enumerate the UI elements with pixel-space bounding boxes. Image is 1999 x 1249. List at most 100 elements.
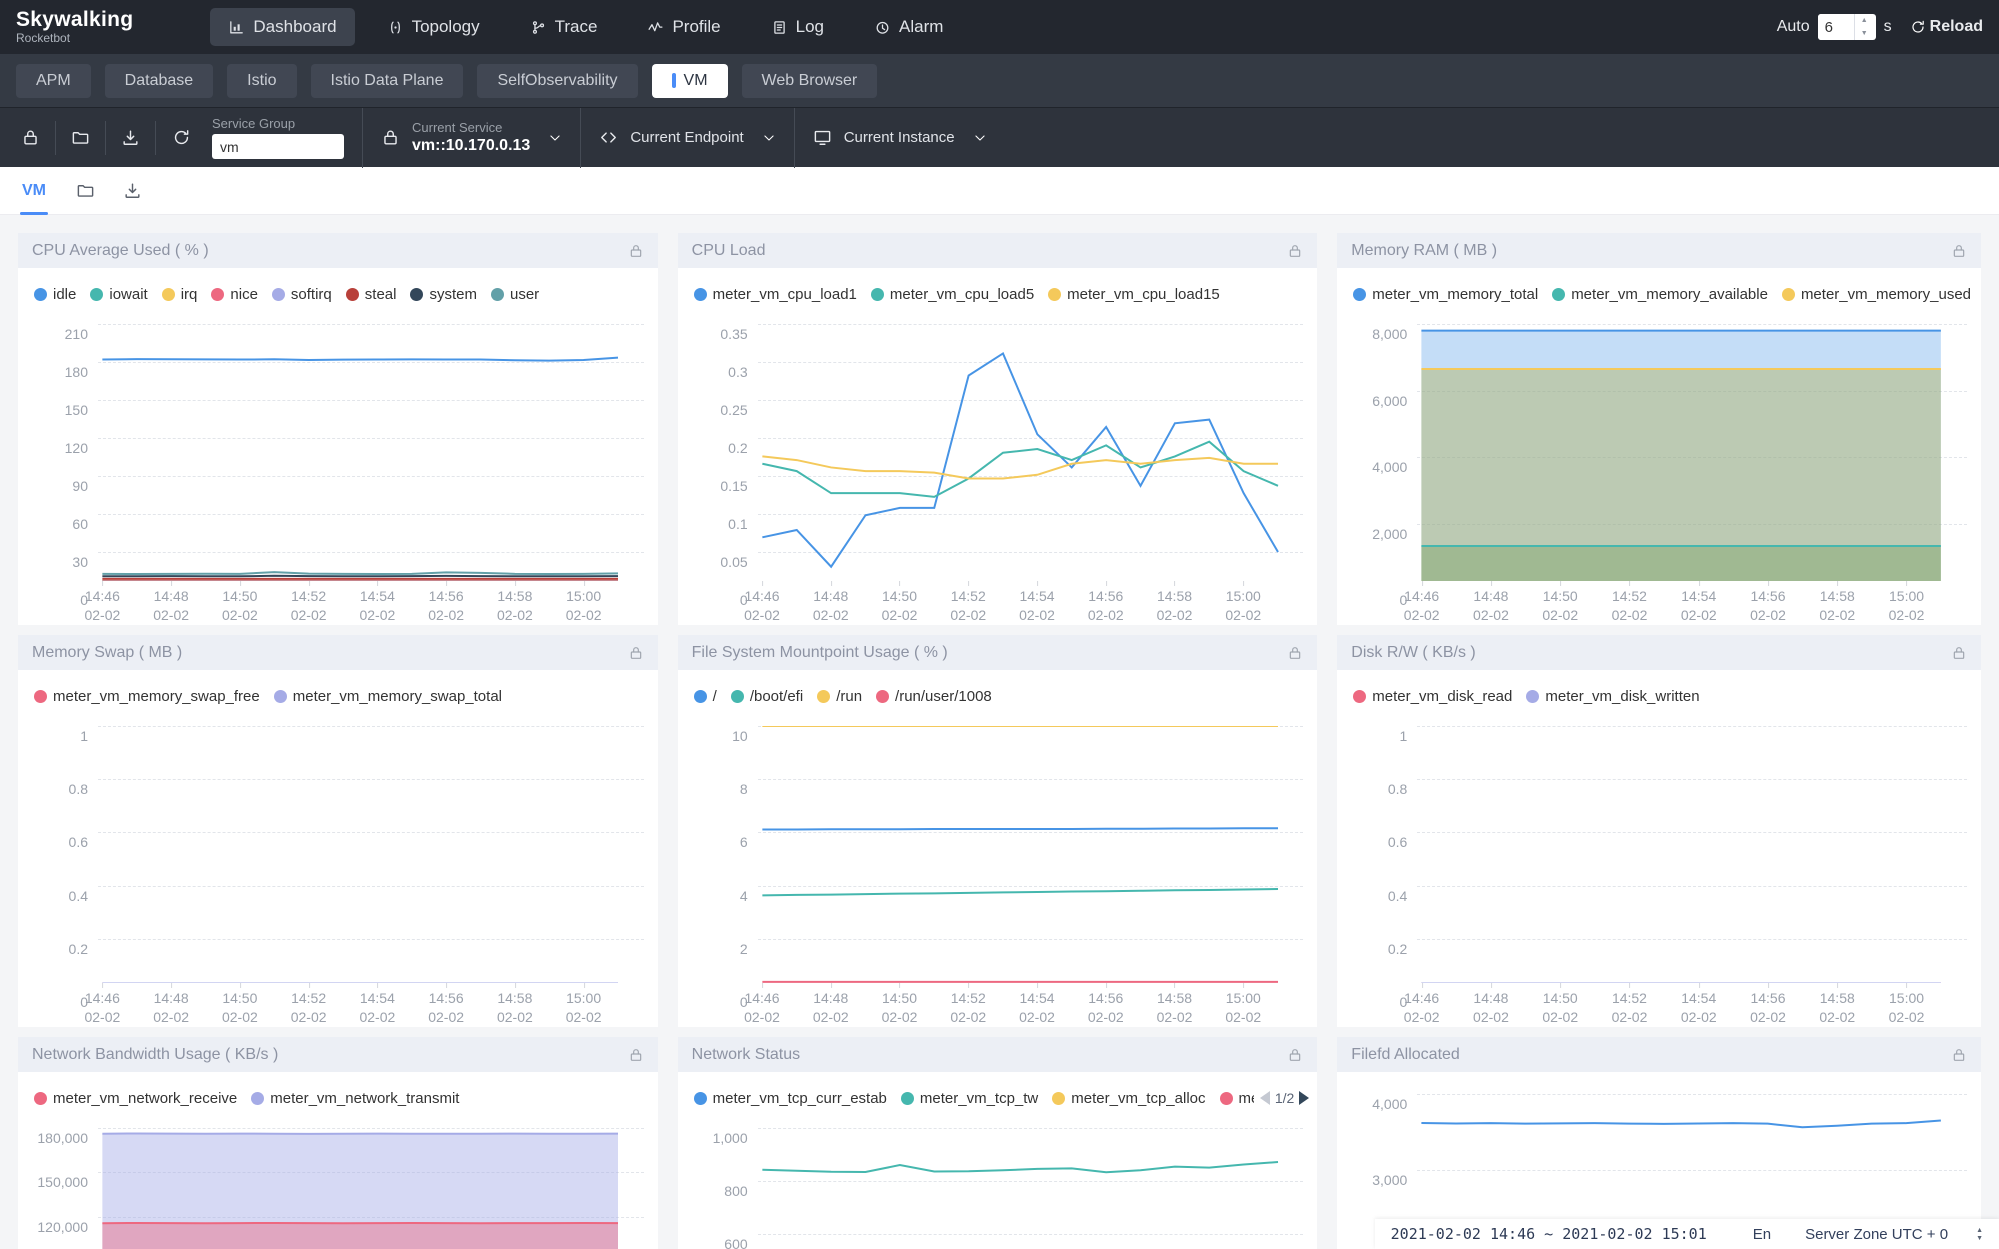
legend-item[interactable]: meter_vm_disk_read <box>1353 688 1512 705</box>
dashboard-tab-database[interactable]: Database <box>105 64 214 98</box>
y-tick-label: 150,000 <box>37 1174 88 1190</box>
legend-item[interactable]: meter_vm_memory_available <box>1552 286 1768 303</box>
lock-button[interactable] <box>6 121 56 155</box>
nav-item-trace[interactable]: Trace <box>512 8 616 46</box>
nav-item-log[interactable]: Log <box>753 8 842 46</box>
legend-item[interactable]: /run <box>817 688 862 705</box>
current-instance-selector[interactable]: Current Instance <box>813 128 987 147</box>
current-service-selector[interactable]: Current Service vm::10.170.0.13 <box>381 120 562 155</box>
legend-item[interactable]: softirq <box>272 286 332 303</box>
legend-item[interactable]: system <box>410 286 477 303</box>
legend-dot-icon <box>1048 288 1061 301</box>
plot-area <box>758 324 1304 581</box>
nav-item-dashboard[interactable]: Dashboard <box>210 8 354 46</box>
nav-item-topology[interactable]: Topology <box>369 8 498 46</box>
legend-item[interactable]: meter_vm_memory_swap_free <box>34 688 260 705</box>
legend-prev-icon[interactable] <box>1260 1091 1270 1105</box>
x-tick-label: 14:4802-02 <box>1473 989 1509 1025</box>
chart-disk-rw[interactable]: 00.20.40.60.8114:4602-0214:4802-0214:500… <box>1337 716 1981 1027</box>
chart-cpu-average-used[interactable]: 030609012015018021014:4602-0214:4802-021… <box>18 314 658 625</box>
auto-interval-stepper[interactable]: ▲▼ <box>1818 14 1876 40</box>
lock-icon[interactable] <box>1951 645 1967 661</box>
lock-icon[interactable] <box>628 645 644 661</box>
legend-item[interactable]: user <box>491 286 539 303</box>
legend-label: /boot/efi <box>750 688 803 705</box>
legend-item[interactable]: meter_vm_cpu_load5 <box>871 286 1034 303</box>
time-range[interactable]: 2021-02-02 14:46 ~ 2021-02-02 15:01 <box>1391 1225 1707 1243</box>
reload-button[interactable]: Reload <box>1910 18 1983 36</box>
legend-item[interactable]: meter_vm_memory_used <box>1782 286 1971 303</box>
chart-network-status[interactable]: 02004006008001,00014:4602-0214:4802-0214… <box>678 1118 1318 1249</box>
legend-next-icon[interactable] <box>1299 1091 1309 1105</box>
service-group-input[interactable] <box>212 134 344 159</box>
lock-icon[interactable] <box>1951 243 1967 259</box>
legend-item[interactable]: meter_vm_disk_written <box>1526 688 1699 705</box>
dashboard-tab-apm[interactable]: APM <box>16 64 91 98</box>
alarm-icon <box>874 19 891 36</box>
x-tick-label: 14:4802-02 <box>813 587 849 623</box>
legend-item[interactable]: idle <box>34 286 76 303</box>
legend-item[interactable]: meter_vm_network_receive <box>34 1090 237 1107</box>
legend-label: nice <box>230 286 258 303</box>
auto-interval-input[interactable] <box>1818 14 1854 40</box>
legend-item[interactable]: irq <box>162 286 198 303</box>
stepper-down-icon[interactable]: ▼ <box>1855 27 1874 40</box>
lock-icon[interactable] <box>628 1047 644 1063</box>
dashboard-tab-selfobservability[interactable]: SelfObservability <box>477 64 637 98</box>
chart-file-system-mountpoint-usage[interactable]: 024681014:4602-0214:4802-0214:5002-0214:… <box>678 716 1318 1027</box>
nav-item-alarm[interactable]: Alarm <box>856 8 961 46</box>
x-tick-label: 14:5202-02 <box>950 989 986 1025</box>
stepper-down-icon[interactable]: ▼ <box>1976 1235 1983 1242</box>
zone-stepper[interactable]: ▲▼ <box>1976 1227 1983 1242</box>
import-template-button[interactable] <box>56 121 106 155</box>
dashboard-tab-web-browser[interactable]: Web Browser <box>742 64 878 98</box>
series-line-user <box>102 572 618 574</box>
download-icon[interactable] <box>123 181 142 200</box>
lock-icon[interactable] <box>1287 243 1303 259</box>
export-template-button[interactable] <box>106 121 156 155</box>
legend-item[interactable]: nice <box>211 286 258 303</box>
series-line-/ <box>762 828 1278 829</box>
language-toggle[interactable]: En <box>1753 1226 1771 1243</box>
legend-item[interactable]: meter_vm_tcp_tw <box>901 1090 1038 1107</box>
legend-item[interactable]: meter_vm_memory_total <box>1353 286 1538 303</box>
legend-item[interactable]: meter_vm_cpu_load15 <box>1048 286 1220 303</box>
y-tick-label: 0.3 <box>728 364 747 380</box>
chart-network-bandwidth-usage[interactable]: 030,00060,00090,000120,000150,000180,000… <box>18 1118 658 1249</box>
dashboard-tab-istio[interactable]: Istio <box>227 64 296 98</box>
lock-icon[interactable] <box>628 243 644 259</box>
current-endpoint-selector[interactable]: Current Endpoint <box>599 128 775 147</box>
nav-item-profile[interactable]: Profile <box>629 8 738 46</box>
dashboard-tab-vm[interactable]: VM <box>652 64 728 98</box>
lock-icon[interactable] <box>1287 1047 1303 1063</box>
legend-item[interactable]: meter_vm_memory_swap_total <box>274 688 502 705</box>
series-line-meter_vm_cpu_load1 <box>762 353 1278 566</box>
x-tick-label: 14:5602-02 <box>1088 587 1124 623</box>
stepper-up-icon[interactable]: ▲ <box>1855 14 1874 27</box>
dashboard-tab-istio-data-plane[interactable]: Istio Data Plane <box>311 64 464 98</box>
chart-memory-swap[interactable]: 00.20.40.60.8114:4602-0214:4802-0214:500… <box>18 716 658 1027</box>
legend-item[interactable]: iowait <box>90 286 147 303</box>
chart-memory-ram[interactable]: 02,0004,0006,0008,00014:4602-0214:4802-0… <box>1337 314 1981 625</box>
legend-item[interactable]: / <box>694 688 717 705</box>
legend-item[interactable]: steal <box>346 286 397 303</box>
panel-header: File System Mountpoint Usage ( % ) <box>678 635 1318 670</box>
folder-icon[interactable] <box>76 181 95 200</box>
refresh-button[interactable] <box>156 121 206 155</box>
legend-item[interactable]: /boot/efi <box>731 688 803 705</box>
stepper-up-icon[interactable]: ▲ <box>1976 1227 1983 1234</box>
nav-item-label: Trace <box>555 17 598 37</box>
legend-item[interactable]: meter_vm_network_transmit <box>251 1090 459 1107</box>
tab-vm[interactable]: VM <box>20 167 48 215</box>
lock-icon[interactable] <box>1951 1047 1967 1063</box>
legend-item[interactable]: meter_vm_tcp_curr_estab <box>694 1090 887 1107</box>
panel-network-status: Network Statusmeter_vm_tcp_curr_estabmet… <box>678 1037 1318 1249</box>
lock-icon[interactable] <box>1287 645 1303 661</box>
x-axis: 14:4602-0214:4802-0214:5002-0214:5202-02… <box>98 983 644 1027</box>
legend-item[interactable]: /run/user/1008 <box>876 688 992 705</box>
legend-item[interactable]: meter_vm_tcp_alloc <box>1052 1090 1205 1107</box>
legend-label: meter_vm_memory_used <box>1801 286 1971 303</box>
x-tick-label: 14:5602-02 <box>428 587 464 623</box>
legend-item[interactable]: meter_vm_cpu_load1 <box>694 286 857 303</box>
chart-cpu-load[interactable]: 00.050.10.150.20.250.30.3514:4602-0214:4… <box>678 314 1318 625</box>
